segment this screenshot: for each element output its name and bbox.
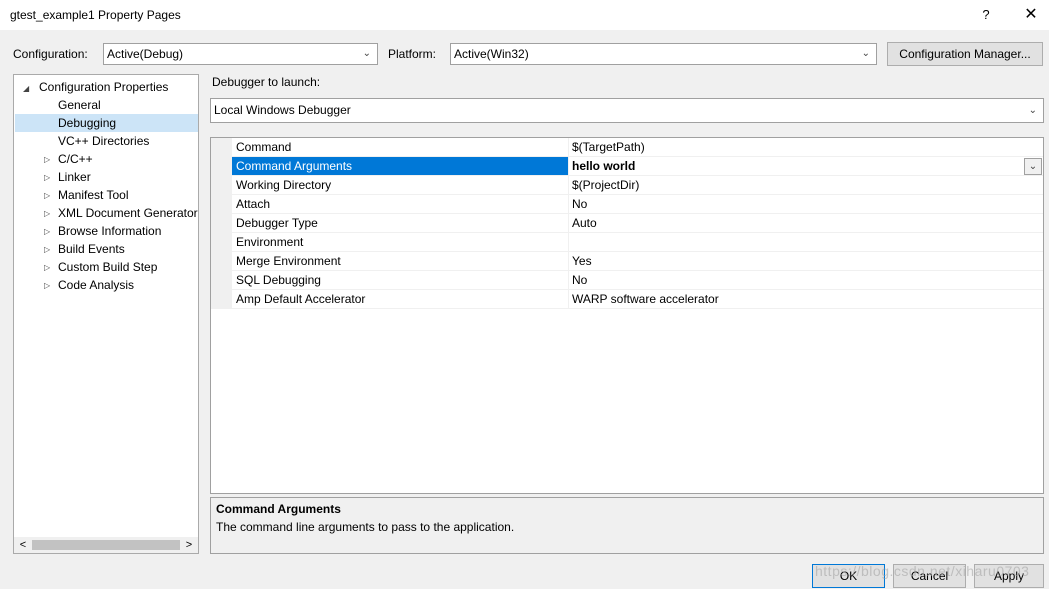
configuration-label: Configuration: [13, 47, 88, 61]
property-row[interactable]: Environment [211, 233, 1043, 252]
property-name: Command [232, 138, 569, 157]
property-value[interactable]: $(TargetPath) [569, 138, 1043, 157]
collapse-arrow-icon[interactable]: ◢ [23, 84, 29, 93]
property-name: Debugger Type [232, 214, 569, 233]
property-value-input[interactable]: hello world [569, 157, 1043, 176]
property-value[interactable]: $(ProjectDir) [569, 176, 1043, 195]
tree-item-xml-document-generator[interactable]: XML Document Generator [58, 204, 198, 222]
property-tree: ◢ Configuration Properties General Debug… [13, 74, 199, 554]
property-value[interactable]: No [569, 195, 1043, 214]
property-value[interactable] [569, 233, 1043, 252]
tree-item-vc-directories[interactable]: VC++ Directories [58, 132, 149, 150]
tree-item-build-events[interactable]: Build Events [58, 240, 125, 258]
description-panel: Command Arguments The command line argum… [210, 497, 1044, 554]
expand-arrow-icon[interactable]: ▷ [44, 281, 50, 290]
chevron-down-icon: ⌄ [362, 48, 371, 59]
tree-root-configuration-properties[interactable]: Configuration Properties [39, 78, 168, 96]
description-text: The command line arguments to pass to th… [216, 520, 515, 534]
expand-arrow-icon[interactable]: ▷ [44, 227, 50, 236]
property-row[interactable]: SQL Debugging No [211, 271, 1043, 290]
description-title: Command Arguments [216, 502, 341, 516]
tree-item-custom-build-step[interactable]: Custom Build Step [58, 258, 157, 276]
property-row[interactable]: Command $(TargetPath) [211, 138, 1043, 157]
property-row[interactable]: Debugger Type Auto [211, 214, 1043, 233]
property-row[interactable]: Amp Default Accelerator WARP software ac… [211, 290, 1043, 309]
scroll-left-icon[interactable]: < [16, 537, 30, 553]
property-value[interactable]: WARP software accelerator [569, 290, 1043, 309]
tree-item-general[interactable]: General [58, 96, 101, 114]
property-value[interactable]: Auto [569, 214, 1043, 233]
scrollbar-thumb[interactable] [32, 540, 180, 550]
property-name: Amp Default Accelerator [232, 290, 569, 309]
tree-item-c-cpp[interactable]: C/C++ [58, 150, 93, 168]
platform-select[interactable]: Active(Win32) ⌄ [450, 43, 877, 65]
property-row[interactable]: Merge Environment Yes [211, 252, 1043, 271]
chevron-down-icon: ⌄ [1028, 105, 1037, 116]
platform-label: Platform: [388, 47, 437, 61]
expand-arrow-icon[interactable]: ▷ [44, 245, 50, 254]
property-name: Attach [232, 195, 569, 214]
debugger-launch-label: Debugger to launch: [212, 75, 321, 89]
tree-item-linker[interactable]: Linker [58, 168, 91, 186]
debugger-launch-value: Local Windows Debugger [214, 103, 351, 117]
property-name: Working Directory [232, 176, 569, 195]
tree-item-manifest-tool[interactable]: Manifest Tool [58, 186, 128, 204]
expand-arrow-icon[interactable]: ▷ [44, 209, 50, 218]
property-name: Merge Environment [232, 252, 569, 271]
tree-item-code-analysis[interactable]: Code Analysis [58, 276, 134, 294]
chevron-down-icon[interactable]: ⌄ [1024, 158, 1042, 175]
property-name: Environment [232, 233, 569, 252]
property-value[interactable]: Yes [569, 252, 1043, 271]
property-value[interactable]: No [569, 271, 1043, 290]
tree-item-debugging[interactable]: Debugging [15, 114, 198, 132]
window-title: gtest_example1 Property Pages [10, 8, 181, 22]
configuration-manager-button[interactable]: Configuration Manager... [887, 42, 1043, 66]
expand-arrow-icon[interactable]: ▷ [44, 263, 50, 272]
property-name: Command Arguments [232, 157, 569, 176]
chevron-down-icon: ⌄ [861, 48, 870, 59]
expand-arrow-icon[interactable]: ▷ [44, 191, 50, 200]
expand-arrow-icon[interactable]: ▷ [44, 155, 50, 164]
help-button[interactable]: ? [972, 2, 1000, 28]
property-row[interactable]: Working Directory $(ProjectDir) [211, 176, 1043, 195]
watermark-text: https://blog.csdn.net/xiharu0703 [815, 563, 1030, 579]
horizontal-scrollbar[interactable]: < > [14, 537, 198, 553]
property-name: SQL Debugging [232, 271, 569, 290]
configuration-select[interactable]: Active(Debug) ⌄ [103, 43, 378, 65]
property-row[interactable]: Attach No [211, 195, 1043, 214]
property-grid: Command $(TargetPath) Command Arguments … [210, 137, 1044, 494]
platform-value: Active(Win32) [454, 47, 529, 61]
debugger-launch-select[interactable]: Local Windows Debugger ⌄ [210, 98, 1044, 123]
tree-item-browse-information[interactable]: Browse Information [58, 222, 161, 240]
close-button[interactable]: ✕ [1016, 2, 1046, 28]
configuration-value: Active(Debug) [107, 47, 184, 61]
expand-arrow-icon[interactable]: ▷ [44, 173, 50, 182]
property-row-selected[interactable]: Command Arguments hello world ⌄ [211, 157, 1043, 176]
scroll-right-icon[interactable]: > [182, 537, 196, 553]
